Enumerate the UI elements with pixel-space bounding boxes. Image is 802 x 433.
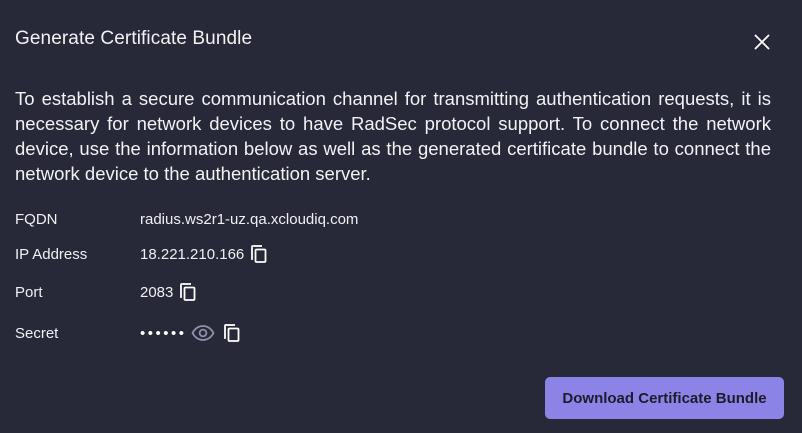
fqdn-label: FQDN: [15, 210, 58, 228]
copy-ip-button[interactable]: [250, 244, 268, 264]
fqdn-row: FQDN radius.ws2r1-uz.qa.xcloudiq.com: [15, 207, 358, 231]
close-icon: [754, 34, 770, 50]
fqdn-value: radius.ws2r1-uz.qa.xcloudiq.com: [140, 210, 359, 228]
secret-value: ••••••: [140, 324, 187, 342]
show-secret-button[interactable]: [190, 325, 215, 341]
ip-address-row: IP Address 18.221.210.166: [15, 242, 268, 266]
port-row: Port 2083: [15, 280, 197, 304]
secret-row: Secret ••••••: [15, 321, 241, 345]
close-button[interactable]: [748, 28, 776, 56]
copy-secret-button[interactable]: [223, 323, 241, 343]
copy-icon: [251, 245, 267, 263]
copy-icon: [180, 283, 196, 301]
copy-port-button[interactable]: [179, 282, 197, 302]
secret-label: Secret: [15, 324, 59, 342]
ip-address-value: 18.221.210.166: [140, 245, 245, 263]
certificate-dialog: Generate Certificate Bundle To establish…: [0, 0, 802, 433]
eye-icon: [190, 325, 215, 341]
port-value: 2083: [140, 283, 174, 301]
copy-icon: [223, 324, 239, 342]
port-label: Port: [15, 283, 43, 301]
download-certificate-bundle-button[interactable]: Download Certificate Bundle: [545, 377, 784, 419]
dialog-description: To establish a secure communication chan…: [15, 88, 771, 184]
ip-address-label: IP Address: [15, 245, 88, 263]
dialog-title: Generate Certificate Bundle: [15, 28, 253, 49]
